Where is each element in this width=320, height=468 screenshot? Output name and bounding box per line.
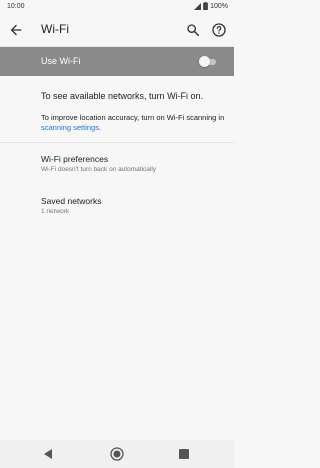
use-wifi-label: Use Wi-Fi <box>41 56 81 66</box>
nav-recents-icon[interactable] <box>179 449 189 459</box>
wifi-preferences-item[interactable]: Wi-Fi preferences Wi-Fi doesn't turn bac… <box>0 148 234 180</box>
switch-thumb <box>199 56 210 67</box>
scanning-settings-link[interactable]: scanning settings <box>41 123 99 132</box>
use-wifi-toggle-row[interactable]: Use Wi-Fi <box>0 47 234 76</box>
battery-percent: 100% <box>210 2 228 10</box>
location-accuracy-message: To improve location accuracy, turn on Wi… <box>41 113 231 133</box>
battery-icon <box>203 2 208 10</box>
saved-networks-item[interactable]: Saved networks 1 network <box>0 190 234 222</box>
saved-networks-subtitle: 1 network <box>41 208 70 215</box>
wifi-preferences-title: Wi-Fi preferences <box>41 154 109 164</box>
wifi-off-message: To see available networks, turn Wi-Fi on… <box>41 91 204 101</box>
status-time: 10:00 <box>7 3 25 10</box>
wifi-preferences-subtitle: Wi-Fi doesn't turn back on automatically <box>41 166 157 173</box>
page-title: Wi-Fi <box>41 22 69 36</box>
message-suffix: . <box>98 123 102 132</box>
status-bar: 10:00 100% <box>0 0 234 14</box>
back-arrow-icon[interactable] <box>8 22 24 38</box>
navigation-bar <box>0 440 234 468</box>
location-accuracy-text: To improve location accuracy, turn on Wi… <box>41 113 225 122</box>
signal-icon <box>194 2 202 10</box>
status-indicators: 100% <box>194 2 228 10</box>
search-icon[interactable] <box>185 22 201 38</box>
saved-networks-title: Saved networks <box>41 196 102 206</box>
app-bar: Wi-Fi <box>0 14 234 47</box>
divider <box>0 142 234 143</box>
nav-home-icon[interactable] <box>110 447 124 461</box>
nav-back-icon[interactable] <box>42 448 54 460</box>
wifi-switch[interactable] <box>199 55 219 68</box>
help-icon[interactable] <box>211 22 227 38</box>
